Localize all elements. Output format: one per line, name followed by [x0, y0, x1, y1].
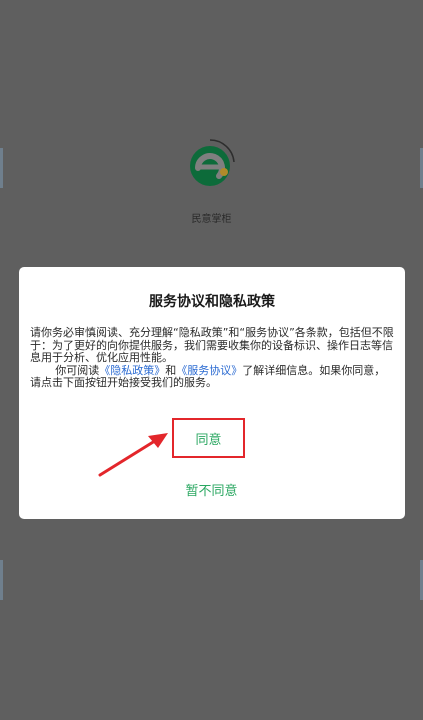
annotation-arrow-icon [98, 433, 168, 477]
agree-button[interactable]: 同意 [195, 429, 221, 448]
edge-mark-left-lower [0, 560, 3, 600]
dialog-paragraph-1: 请你务必审慎阅读、充分理解“隐私政策”和“服务协议”各条款，包括但不限于：为了更… [30, 326, 394, 364]
paragraph-2-prefix: 你可阅读 [55, 363, 100, 377]
dialog-paragraph-2: 你可阅读《隐私政策》和《服务协议》了解详细信息。如果你同意，请点击下面按钮开始接… [30, 363, 396, 390]
privacy-policy-link[interactable]: 《隐私政策》 [99, 364, 165, 377]
app-name: 民意掌柜 [191, 214, 232, 225]
paragraph-2-and: 和 [165, 363, 177, 377]
edge-mark-left [0, 148, 3, 188]
app-logo-icon [190, 139, 235, 186]
dialog-body: 请你务必审慎阅读、充分理解“隐私政策”和“服务协议”各条款，包括但不限于：为了更… [30, 326, 396, 390]
agree-highlight-box: 同意 [172, 418, 245, 458]
dialog-title: 服务协议和隐私政策 [149, 294, 275, 310]
disagree-button[interactable]: 暂不同意 [0, 480, 423, 499]
service-agreement-link[interactable]: 《服务协议》 [176, 364, 242, 377]
